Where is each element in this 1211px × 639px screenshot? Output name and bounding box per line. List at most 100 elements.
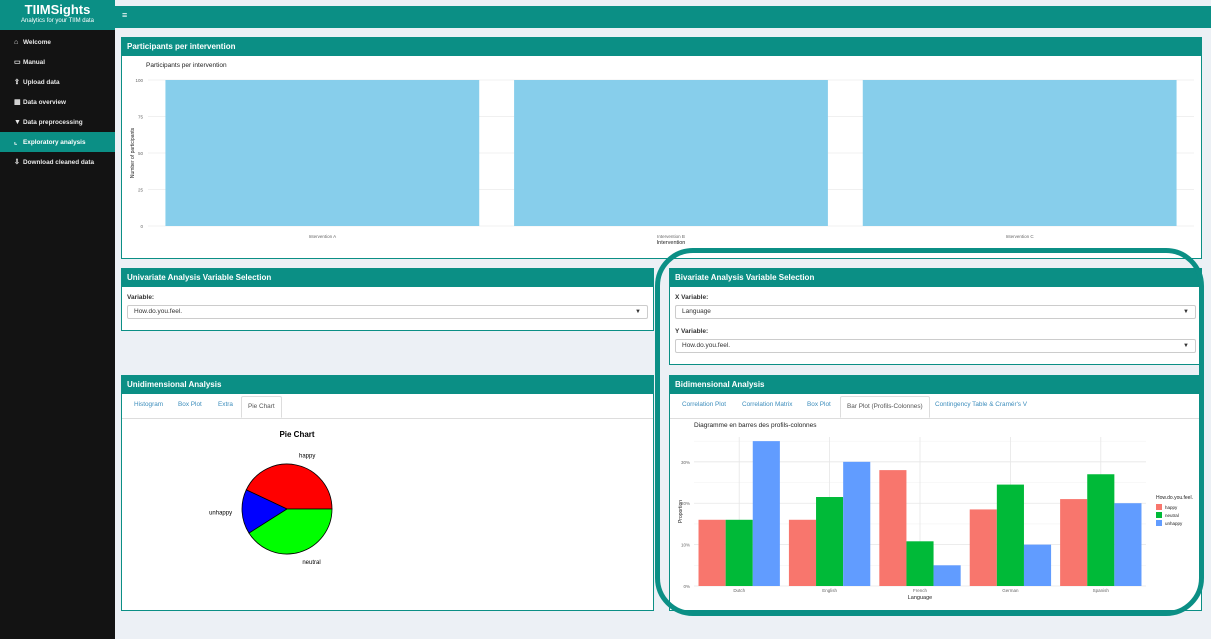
y-axis-label: Number of participants <box>130 127 136 178</box>
bar-dutch-neutral <box>725 519 753 586</box>
sidebar-item-label: Data overview <box>23 98 66 106</box>
sidebar-item-upload-data[interactable]: ⇪ Upload data <box>0 72 115 92</box>
unidimensional-tabs: Histogram Box Plot Extra Pie Chart <box>122 394 653 419</box>
sidebar-item-manual[interactable]: ▭ Manual <box>0 52 115 72</box>
bar-dutch-unhappy <box>752 441 780 586</box>
pie-label-neutral: neutral <box>302 560 320 566</box>
bar-intervention-a <box>165 80 480 226</box>
upload-icon: ⇪ <box>14 79 20 86</box>
x-axis-label: Language <box>908 595 932 601</box>
y-variable-value: How.do.you.feel. <box>682 342 731 349</box>
participants-box: Participants per intervention Participan… <box>121 37 1202 259</box>
participants-chart: Participants per intervention 0 25 50 75 100 I… <box>130 62 1194 246</box>
x-variable-value: Language <box>682 308 711 315</box>
tab-pie-chart[interactable]: Pie Chart <box>241 396 282 418</box>
legend-swatch-happy <box>1156 504 1162 510</box>
table-icon: ▦ <box>14 99 21 106</box>
y-tick-label: 0% <box>683 584 690 589</box>
variable-select[interactable]: How.do.you.feel. ▼ <box>127 305 648 319</box>
legend-label-unhappy: unhappy <box>1165 521 1183 526</box>
tab-bar-plot-profils-colonnes[interactable]: Bar Plot (Profils-Colonnes) <box>840 396 930 418</box>
chart-title: Participants per intervention <box>146 62 227 69</box>
bar-german-happy <box>969 509 997 586</box>
chart-title: Pie Chart <box>279 430 314 439</box>
pie-chart: Pie Chart happy unhappy neutral <box>209 430 333 566</box>
y-tick-label: 75 <box>138 115 144 120</box>
x-tick-label: Spanish <box>1093 588 1110 593</box>
pie-label-unhappy: unhappy <box>209 510 232 516</box>
bar-dutch-happy <box>698 519 726 586</box>
y-tick-label: 100 <box>135 78 143 83</box>
tab-histogram[interactable]: Histogram <box>134 401 163 408</box>
sidebar-item-label: Manual <box>23 58 46 66</box>
unidimensional-box: Unidimensional Analysis Histogram Box Plo… <box>121 375 654 611</box>
filter-icon: ▼ <box>14 118 21 126</box>
sidebar-item-download-cleaned-data[interactable]: ⇩ Download cleaned data <box>0 152 115 172</box>
x-axis-label: Intervention <box>657 240 686 246</box>
x-tick-label: French <box>913 588 928 593</box>
bidimensional-header: Bidimensional Analysis <box>670 376 1201 394</box>
legend-label-happy: happy <box>1165 505 1178 510</box>
bar-french-unhappy <box>933 565 961 586</box>
app-subtitle: Analytics for your TIIM data <box>21 18 94 24</box>
sidebar: TIIMSights Analytics for your TIIM data … <box>0 0 115 639</box>
univariate-box: Univariate Analysis Variable Selection V… <box>121 268 654 331</box>
menu-toggle-icon[interactable]: ≡ <box>122 10 127 20</box>
brand[interactable]: TIIMSights Analytics for your TIIM data <box>0 0 115 30</box>
chart-title: Diagramme en barres des profils-colonnes <box>694 422 817 429</box>
x-tick-label: English <box>822 588 837 593</box>
sidebar-item-label: Upload data <box>23 78 60 86</box>
bivariate-box: Bivariate Analysis Variable Selection X … <box>669 268 1202 365</box>
sidebar-item-data-overview[interactable]: ▦ Data overview <box>0 92 115 112</box>
tab-correlation-matrix[interactable]: Correlation Matrix <box>742 401 792 408</box>
x-tick-label: Intervention B <box>657 234 685 239</box>
tab-extra[interactable]: Extra <box>218 401 233 408</box>
variable-select-value: How.do.you.feel. <box>134 308 183 315</box>
bidimensional-tabs: Correlation Plot Correlation Matrix Box Pl… <box>670 394 1201 419</box>
sidebar-item-welcome[interactable]: ⌂ Welcome <box>0 32 115 52</box>
clipboard-icon: ▭ <box>14 59 21 66</box>
caret-down-icon: ▼ <box>635 309 641 315</box>
bar-intervention-b <box>514 80 828 226</box>
x-tick-label: German <box>1002 588 1019 593</box>
x-variable-select[interactable]: Language ▼ <box>675 305 1196 319</box>
y-tick-label: 10% <box>681 543 690 548</box>
bar-english-neutral <box>816 497 844 586</box>
univariate-header: Univariate Analysis Variable Selection <box>122 269 653 287</box>
caret-down-icon: ▼ <box>1183 309 1189 315</box>
y-tick-label: 25 <box>138 188 144 193</box>
x-tick-label: Intervention C <box>1006 234 1035 239</box>
bar-spanish-happy <box>1060 499 1088 586</box>
y-variable-select[interactable]: How.do.you.feel. ▼ <box>675 339 1196 353</box>
tab-correlation-plot[interactable]: Correlation Plot <box>682 401 726 408</box>
x-tick-label: Dutch <box>733 588 745 593</box>
caret-down-icon: ▼ <box>1183 343 1189 349</box>
bar-french-happy <box>879 470 907 586</box>
participants-header: Participants per intervention <box>122 38 1201 56</box>
app-title: TIIMSights <box>24 2 91 17</box>
tab-box-plot[interactable]: Box Plot <box>178 401 202 408</box>
sidebar-item-label: Exploratory analysis <box>23 138 86 146</box>
legend-title: How.do.you.feel. <box>1156 495 1193 501</box>
bar-french-neutral <box>906 541 934 586</box>
tab-contingency-table-cram-r-s-v[interactable]: Contingency Table & Cramér's V <box>935 401 1027 408</box>
pie-label-happy: happy <box>299 453 315 459</box>
download-icon: ⇩ <box>14 159 20 166</box>
bar-german-unhappy <box>1023 544 1052 586</box>
bidimensional-box: Bidimensional Analysis Correlation Plot C… <box>669 375 1202 611</box>
sidebar-item-exploratory-analysis[interactable]: ⌞ Exploratory analysis <box>0 132 115 152</box>
sidebar-item-data-preprocessing[interactable]: ▼ Data preprocessing <box>0 112 115 132</box>
y-tick-label: 30% <box>681 460 690 465</box>
y-variable-label: Y Variable: <box>675 328 709 335</box>
y-tick-label: 50 <box>138 151 144 156</box>
legend-label-neutral: neutral <box>1165 513 1179 518</box>
sidebar-item-label: Welcome <box>23 38 51 46</box>
tab-box-plot[interactable]: Box Plot <box>807 401 831 408</box>
variable-label: Variable: <box>127 294 155 301</box>
bar-english-unhappy <box>843 461 871 586</box>
column-profile-bar-chart: Diagramme en barres des profils-colonnes… <box>678 422 1193 601</box>
unidimensional-header: Unidimensional Analysis <box>122 376 653 394</box>
bar-spanish-unhappy <box>1114 503 1142 586</box>
sidebar-menu: ⌂ Welcome ▭ Manual ⇪ Upload data ▦ Data overvie… <box>0 32 115 172</box>
sidebar-item-label: Download cleaned data <box>23 158 95 166</box>
